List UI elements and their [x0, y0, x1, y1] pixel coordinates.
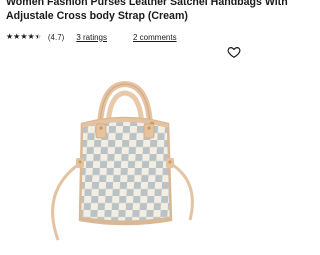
product-title-line-1: Women Fashion Purses Leather Satchel Han… [6, 0, 288, 8]
star-icon: ★ [27, 32, 35, 41]
handbag-image [51, 80, 194, 241]
star-icon: ★ [6, 32, 14, 41]
star-half-icon: ★ [35, 32, 42, 42]
product-image [0, 70, 250, 250]
rating-value: (4.7) [47, 32, 65, 42]
rating-row: ★ ★ ★ ★ ★ (4.7) 3 ratings 2 comments [6, 31, 203, 43]
product-title: Women Fashion Purses Leather Satchel Han… [6, 0, 288, 23]
star-icon: ★ [13, 32, 21, 41]
shoulder-strap [51, 160, 83, 241]
star-icon: ★ [20, 32, 28, 41]
ratings-link[interactable]: 3 ratings [76, 33, 107, 42]
heart-outline-icon[interactable] [227, 45, 241, 59]
star-rating: ★ ★ ★ ★ ★ [6, 32, 42, 42]
comments-link[interactable]: 2 comments [133, 33, 177, 42]
product-title-line-2: Adjustale Cross body Strap (Cream) [6, 10, 188, 22]
